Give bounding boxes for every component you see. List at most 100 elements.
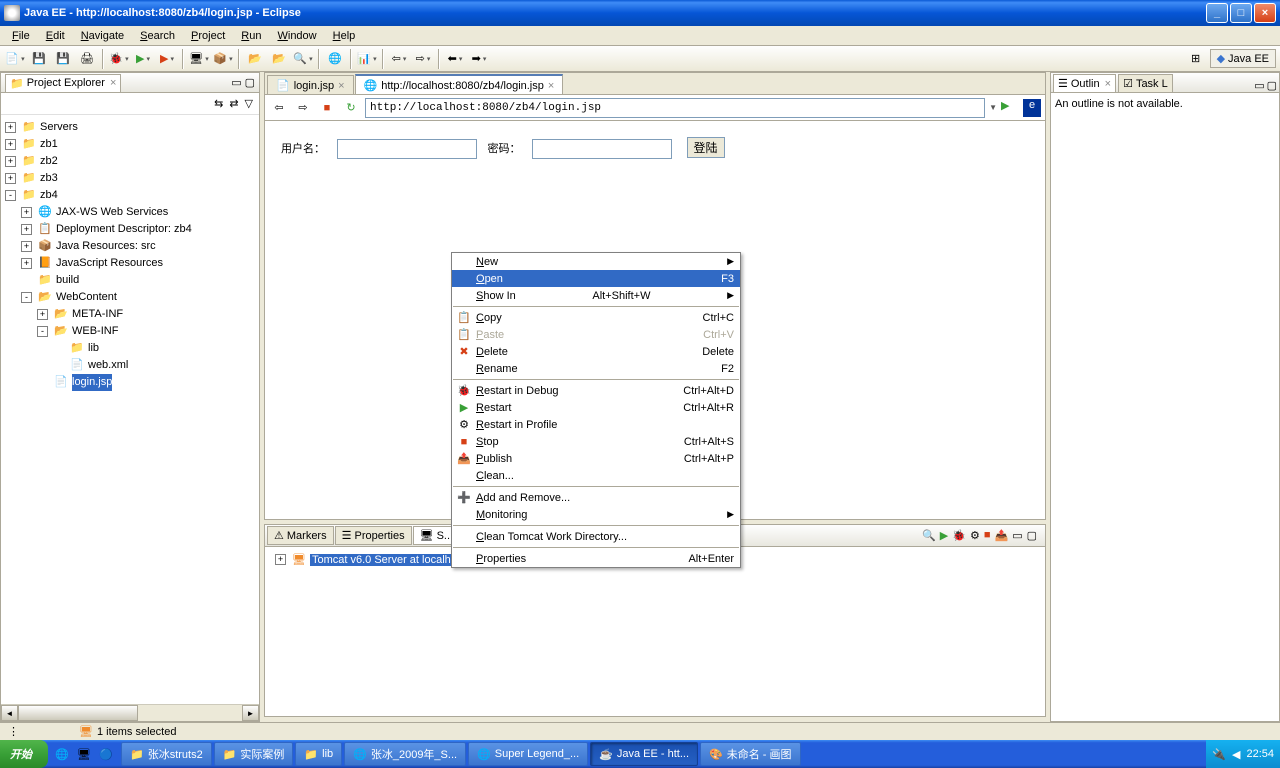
menu-item-copy[interactable]: 📋CopyCtrl+C	[452, 309, 740, 326]
system-tray[interactable]: 🔌 ◀ 22:54	[1206, 740, 1280, 768]
tree-item[interactable]: +📁zb3	[5, 170, 255, 187]
web-browser-button[interactable]: 🌐	[324, 48, 346, 70]
menu-item-rename[interactable]: RenameF2	[452, 360, 740, 377]
ie-quicklaunch[interactable]: 🌐	[52, 743, 72, 765]
browser-ie-button[interactable]: e	[1023, 99, 1041, 117]
menu-item-clean-[interactable]: Clean...	[452, 467, 740, 484]
save-button[interactable]: 💾	[28, 48, 50, 70]
close-icon[interactable]: ×	[110, 77, 116, 89]
task-list-tab[interactable]: ☑ Task L	[1118, 74, 1173, 92]
view-menu-button[interactable]: ▽	[245, 97, 253, 110]
link-editor-button[interactable]: ⇄	[229, 97, 238, 110]
print-button[interactable]: 🖨	[76, 48, 98, 70]
bottom-tab[interactable]: ☰Properties	[335, 526, 412, 545]
menu-item-delete[interactable]: ✖DeleteDelete	[452, 343, 740, 360]
editor-tab[interactable]: 📄login.jsp×	[267, 75, 354, 94]
profile-server-button[interactable]: 🔍	[922, 529, 936, 542]
editor-tab[interactable]: 🌐http://localhost:8080/zb4/login.jsp×	[355, 74, 564, 94]
tree-item[interactable]: +🌐JAX-WS Web Services	[5, 204, 255, 221]
menu-item-clean-tomcat-work-directory-[interactable]: Clean Tomcat Work Directory...	[452, 528, 740, 545]
taskbar-task[interactable]: 📁张冰struts2	[121, 742, 212, 766]
open-type-button[interactable]: 📂	[244, 48, 266, 70]
expand-button[interactable]: +	[5, 139, 16, 150]
menu-item-add-and-remove-[interactable]: ➕Add and Remove...	[452, 489, 740, 506]
stop-server-button[interactable]: ■	[984, 529, 991, 542]
menu-help[interactable]: Help	[325, 28, 364, 44]
close-button[interactable]: ×	[1254, 3, 1276, 23]
menu-run[interactable]: Run	[233, 28, 269, 44]
desktop-quicklaunch[interactable]: 🖥	[74, 743, 94, 765]
browser-refresh-button[interactable]: ↻	[341, 99, 361, 117]
menu-project[interactable]: Project	[183, 28, 233, 44]
menu-window[interactable]: Window	[269, 28, 324, 44]
close-icon[interactable]: ×	[548, 80, 554, 92]
browser-go-button[interactable]: ▶	[1001, 99, 1019, 117]
java-ee-perspective[interactable]: ◆ Java EE	[1210, 49, 1276, 68]
start-server-button[interactable]: ▶	[940, 529, 948, 542]
taskbar-task[interactable]: 🌐张冰_2009年_S...	[344, 742, 466, 766]
maximize-view-button[interactable]: ▢	[1027, 529, 1037, 542]
expand-button[interactable]: +	[37, 309, 48, 320]
save-all-button[interactable]: 💾	[52, 48, 74, 70]
expand-button[interactable]: +	[5, 122, 16, 133]
close-icon[interactable]: ×	[338, 80, 344, 92]
publish-server-button[interactable]: 📤	[994, 529, 1008, 542]
tray-arrow-icon[interactable]: ◀	[1232, 748, 1240, 761]
tray-icon[interactable]: 🔌	[1212, 748, 1226, 761]
tree-item[interactable]: +📁zb2	[5, 153, 255, 170]
menu-item-restart-in-profile[interactable]: ⚙Restart in Profile	[452, 416, 740, 433]
tree-item[interactable]: +📙JavaScript Resources	[5, 255, 255, 272]
browser-back-button[interactable]: ⇦	[269, 99, 289, 117]
debug-server-button[interactable]: 🐞	[952, 529, 966, 542]
expand-button[interactable]: +	[21, 241, 32, 252]
back-button[interactable]: ⬅	[444, 48, 466, 70]
menu-navigate[interactable]: Navigate	[73, 28, 132, 44]
start-profiling-button[interactable]: ⚙	[970, 529, 980, 542]
taskbar-task[interactable]: ☕Java EE - htt...	[590, 742, 698, 766]
menu-item-monitoring[interactable]: Monitoring▶	[452, 506, 740, 523]
media-quicklaunch[interactable]: 🔵	[96, 743, 116, 765]
minimize-view-button[interactable]: ▭	[231, 76, 241, 89]
minimize-view-button[interactable]: ▭	[1012, 529, 1022, 542]
menu-item-stop[interactable]: ■StopCtrl+Alt+S	[452, 433, 740, 450]
expand-button[interactable]: +	[21, 207, 32, 218]
tree-item[interactable]: +📦Java Resources: src	[5, 238, 255, 255]
taskbar-task[interactable]: 🌐Super Legend_...	[468, 742, 588, 766]
tree-item[interactable]: +📂META-INF	[5, 306, 255, 323]
bottom-tab[interactable]: ⚠Markers	[267, 526, 334, 545]
tree-item[interactable]: 📁lib	[5, 340, 255, 357]
tree-item[interactable]: -📂WEB-INF	[5, 323, 255, 340]
expand-button[interactable]: +	[21, 258, 32, 269]
jpa-button[interactable]: 📊	[356, 48, 378, 70]
new-server-button[interactable]: 🖥	[188, 48, 210, 70]
maximize-button[interactable]: □	[1230, 3, 1252, 23]
maximize-view-button[interactable]: ▢	[245, 76, 255, 89]
scrollbar-horizontal[interactable]: ◄►	[1, 704, 259, 721]
maximize-view-button[interactable]: ▢	[1267, 79, 1277, 92]
expand-button[interactable]: +	[275, 554, 286, 565]
new-ejb-button[interactable]: 📦	[212, 48, 234, 70]
expand-button[interactable]: +	[21, 224, 32, 235]
menu-item-publish[interactable]: 📤PublishCtrl+Alt+P	[452, 450, 740, 467]
tree-item[interactable]: 📁build	[5, 272, 255, 289]
search-button[interactable]: 🔍	[292, 48, 314, 70]
menu-item-new[interactable]: New▶	[452, 253, 740, 270]
menu-file[interactable]: File	[4, 28, 38, 44]
annotation-prev-button[interactable]: ⇦	[388, 48, 410, 70]
expand-button[interactable]: -	[37, 326, 48, 337]
tree-item[interactable]: +📁Servers	[5, 119, 255, 136]
expand-button[interactable]: +	[5, 173, 16, 184]
username-field[interactable]	[337, 139, 477, 159]
start-button[interactable]: 开始	[0, 740, 48, 768]
new-button[interactable]: 📄	[4, 48, 26, 70]
tree-item[interactable]: 📄web.xml	[5, 357, 255, 374]
tree-item[interactable]: -📁zb4	[5, 187, 255, 204]
project-explorer-tab[interactable]: 📁 Project Explorer ×	[5, 74, 121, 92]
browser-forward-button[interactable]: ⇨	[293, 99, 313, 117]
tree-item[interactable]: +📁zb1	[5, 136, 255, 153]
minimize-button[interactable]: _	[1206, 3, 1228, 23]
menu-item-show-in[interactable]: Show InAlt+Shift+W▶	[452, 287, 740, 304]
taskbar-task[interactable]: 📁实际案例	[214, 742, 294, 766]
taskbar-task[interactable]: 📁lib	[295, 742, 342, 766]
run-button[interactable]: ▶	[132, 48, 154, 70]
